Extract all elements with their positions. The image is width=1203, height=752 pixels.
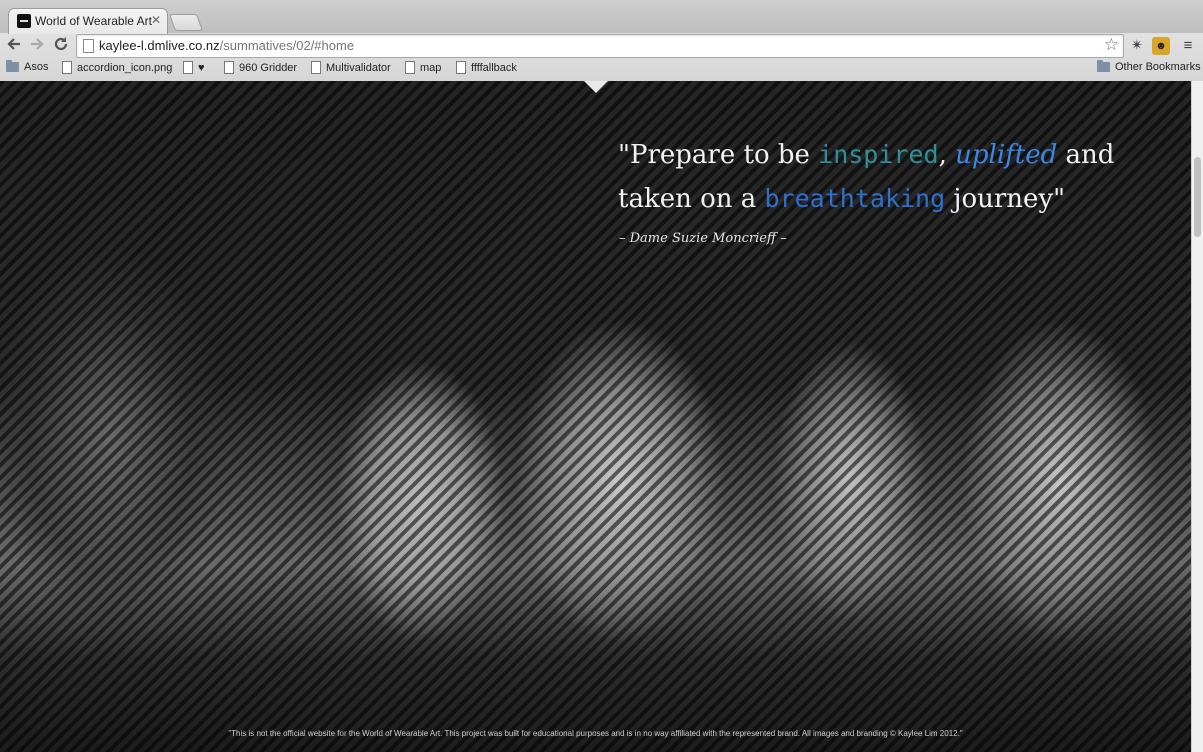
bookmark-accordion-icon[interactable]: accordion_icon.png xyxy=(62,61,172,74)
document-icon xyxy=(456,61,466,74)
page-icon xyxy=(83,39,94,53)
other-bookmarks-label: Other Bookmarks xyxy=(1115,61,1201,73)
bookmark-label: Multivalidator xyxy=(326,61,391,74)
bookmark-label: map xyxy=(420,61,442,74)
document-icon xyxy=(405,61,415,74)
quote-text: , xyxy=(938,140,956,170)
quote-word-inspired: inspired xyxy=(818,140,939,169)
url-text[interactable]: kaylee-l.dmlive.co.nz/summatives/02/#hom… xyxy=(99,38,354,53)
footer-disclaimer: "This is not the official website for th… xyxy=(228,729,963,738)
bookmark-multivalidator[interactable]: Multivalidator xyxy=(311,61,391,74)
toolbar: kaylee-l.dmlive.co.nz/summatives/02/#hom… xyxy=(0,33,1203,59)
quote-word-breathtaking: breathtaking xyxy=(764,184,946,213)
bookmark-label: Asos xyxy=(24,61,49,73)
wow-favicon-icon xyxy=(17,14,31,28)
reload-icon[interactable] xyxy=(51,35,71,55)
bookmark-ffffallback[interactable]: ffffallback xyxy=(456,61,517,74)
quote-text: and xyxy=(1057,140,1115,170)
quote-attribution: – Dame Suzie Moncrieff – xyxy=(619,231,787,246)
quote-word-uplifted: uplifted xyxy=(955,140,1058,170)
forward-arrow-icon[interactable] xyxy=(27,35,47,55)
document-icon xyxy=(224,61,234,74)
document-icon xyxy=(62,61,72,74)
bookmark-960-gridder[interactable]: 960 Gridder xyxy=(224,61,297,74)
url-domain: kaylee-l.dmlive.co.nz xyxy=(99,38,220,53)
extension-sparkle-icon[interactable]: ✴ xyxy=(1128,37,1146,55)
bookmark-label: 960 Gridder xyxy=(239,61,298,74)
quote-text: taken on a xyxy=(618,184,765,214)
back-arrow-icon[interactable] xyxy=(4,35,24,55)
address-bar[interactable]: kaylee-l.dmlive.co.nz/summatives/02/#hom… xyxy=(76,34,1124,58)
tab-close-icon[interactable]: ✕ xyxy=(151,13,161,27)
bookmark-label: ffffallback xyxy=(471,61,517,74)
hero-section: "Prepare to be inspired, uplifted and ta… xyxy=(0,81,1191,752)
nav-notch[interactable] xyxy=(584,81,608,93)
scrollbar-thumb[interactable] xyxy=(1194,157,1201,237)
document-icon xyxy=(183,61,193,74)
bookmark-star-icon[interactable]: ☆ xyxy=(1104,35,1119,55)
quote-text: journey" xyxy=(945,184,1066,214)
bookmark-map[interactable]: map xyxy=(405,61,441,74)
tab-strip: World of Wearable Art ✕ xyxy=(0,0,1203,34)
bookmarks-bar: Asos accordion_icon.png ♥ 960 Gridder Mu… xyxy=(0,59,1203,80)
folder-icon xyxy=(1097,60,1110,72)
bookmark-asos[interactable]: Asos xyxy=(6,60,49,73)
other-bookmarks[interactable]: Other Bookmarks xyxy=(1097,60,1201,73)
tab-world-of-wearable-art[interactable]: World of Wearable Art ✕ xyxy=(8,8,168,34)
document-icon xyxy=(311,61,321,74)
hero-quote: "Prepare to be inspired, uplifted and ta… xyxy=(618,133,1138,221)
quote-text: "Prepare to be xyxy=(618,140,819,170)
url-path: /summatives/02/#home xyxy=(219,38,355,53)
vertical-scrollbar[interactable] xyxy=(1191,81,1203,752)
new-tab-button[interactable] xyxy=(168,14,204,31)
bookmark-label: accordion_icon.png xyxy=(77,61,173,74)
bookmark-label: ♥ xyxy=(198,61,205,74)
page-viewport: "Prepare to be inspired, uplifted and ta… xyxy=(0,81,1203,752)
browser-chrome: World of Wearable Art ✕ kaylee-l.dmlive.… xyxy=(0,0,1203,82)
tab-title: World of Wearable Art xyxy=(35,14,152,28)
menu-icon[interactable]: ≡ xyxy=(1179,37,1197,55)
folder-icon xyxy=(6,60,19,72)
bookmark-heart[interactable]: ♥ xyxy=(183,61,205,74)
extension-face-icon[interactable]: ☻ xyxy=(1152,37,1170,55)
